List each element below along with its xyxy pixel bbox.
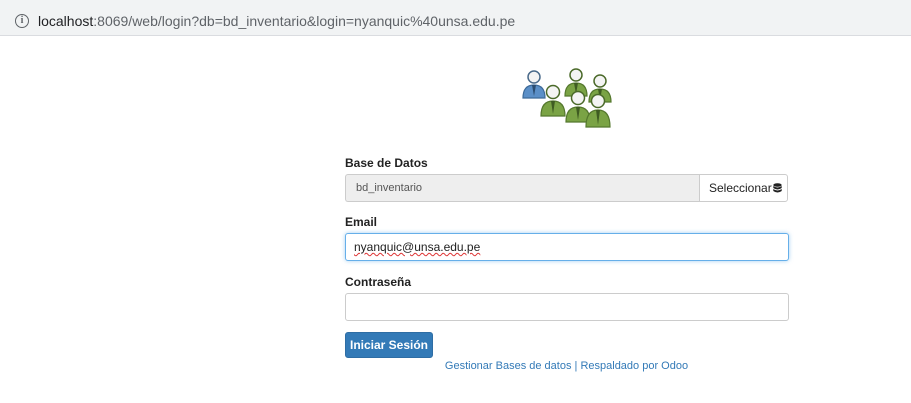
- email-input[interactable]: nyanquic@unsa.edu.pe: [345, 233, 789, 261]
- person-icon-green-3: [540, 84, 566, 117]
- password-label: Contraseña: [345, 275, 412, 289]
- url-text[interactable]: localhost:8069/web/login?db=bd_inventari…: [38, 13, 515, 29]
- powered-by-odoo-link[interactable]: Respaldado por Odoo: [580, 360, 688, 372]
- browser-address-bar: i localhost:8069/web/login?db=bd_inventa…: [0, 0, 911, 36]
- database-label: Base de Datos: [345, 156, 428, 170]
- url-host: localhost: [38, 13, 94, 29]
- database-input: bd_inventario: [345, 174, 699, 202]
- info-icon[interactable]: i: [15, 14, 29, 28]
- company-logo: [522, 68, 612, 128]
- manage-databases-link[interactable]: Gestionar Bases de datos: [445, 360, 572, 372]
- select-database-label: Seleccionar: [709, 181, 772, 195]
- database-icon: [773, 182, 782, 192]
- email-value: nyanquic@unsa.edu.pe: [354, 240, 481, 254]
- select-database-button[interactable]: Seleccionar: [699, 174, 788, 202]
- database-group: bd_inventario Seleccionar: [345, 174, 788, 202]
- footer-links: Gestionar Bases de datos | Respaldado po…: [345, 360, 788, 372]
- login-button[interactable]: Iniciar Sesión: [345, 332, 433, 358]
- address-pill[interactable]: i localhost:8069/web/login?db=bd_inventa…: [4, 4, 907, 32]
- footer-separator: |: [574, 360, 578, 372]
- person-icon-blue: [522, 70, 546, 99]
- password-input[interactable]: [345, 293, 789, 321]
- email-label: Email: [345, 215, 378, 229]
- url-path: :8069/web/login?db=bd_inventario&login=n…: [93, 13, 516, 29]
